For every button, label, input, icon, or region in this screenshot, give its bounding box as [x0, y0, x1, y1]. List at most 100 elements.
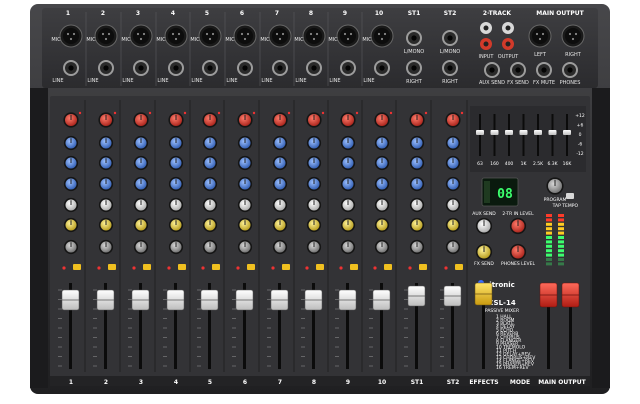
eq-slider[interactable] [519, 130, 528, 135]
eq-high-knob[interactable] [202, 135, 218, 151]
eq-low-knob[interactable] [340, 176, 356, 192]
eq-high-knob[interactable] [237, 135, 253, 151]
mic-xlr-input[interactable] [370, 24, 394, 48]
eq-mid-knob[interactable] [168, 155, 184, 171]
eq-high-knob[interactable] [272, 135, 288, 151]
eq-low-knob[interactable] [63, 176, 79, 192]
fx-send-knob[interactable] [374, 217, 390, 233]
aux-send-knob[interactable] [340, 197, 356, 213]
channel-fader[interactable] [443, 285, 462, 307]
mute-button[interactable] [350, 264, 358, 270]
eq-mid-knob[interactable] [374, 155, 390, 171]
eq-low-knob[interactable] [409, 176, 425, 192]
fx-send-knob[interactable] [63, 217, 79, 233]
two-track-level-knob[interactable] [509, 217, 527, 235]
rca-jack[interactable] [502, 38, 514, 50]
eq-high-knob[interactable] [133, 135, 149, 151]
pan-knob[interactable] [340, 239, 356, 255]
mic-xlr-input[interactable] [198, 24, 222, 48]
eq-mid-knob[interactable] [445, 155, 461, 171]
eq-low-knob[interactable] [168, 176, 184, 192]
gain-knob[interactable] [168, 112, 184, 128]
rear-output-jack[interactable] [510, 62, 526, 78]
eq-mid-knob[interactable] [409, 155, 425, 171]
stereo-right-jack[interactable] [406, 60, 422, 76]
eq-slider[interactable] [563, 130, 571, 135]
pan-knob[interactable] [98, 239, 114, 255]
eq-high-knob[interactable] [63, 135, 79, 151]
pan-knob[interactable] [409, 239, 425, 255]
eq-low-knob[interactable] [374, 176, 390, 192]
gain-knob[interactable] [237, 112, 253, 128]
eq-mid-knob[interactable] [202, 155, 218, 171]
fx-send-knob[interactable] [133, 217, 149, 233]
line-jack-input[interactable] [306, 60, 322, 76]
aux-send-knob[interactable] [272, 197, 288, 213]
pan-knob[interactable] [63, 239, 79, 255]
mute-button[interactable] [455, 264, 463, 270]
rear-output-jack[interactable] [536, 62, 552, 78]
channel-fader[interactable] [338, 289, 357, 311]
line-jack-input[interactable] [202, 60, 218, 76]
eq-mid-knob[interactable] [340, 155, 356, 171]
gain-knob[interactable] [272, 112, 288, 128]
eq-low-knob[interactable] [237, 176, 253, 192]
pan-knob[interactable] [168, 239, 184, 255]
eq-slider[interactable] [490, 130, 499, 135]
mute-button[interactable] [178, 264, 186, 270]
rear-output-jack[interactable] [562, 62, 578, 78]
aux-send-knob[interactable] [202, 197, 218, 213]
gain-knob[interactable] [202, 112, 218, 128]
rca-jack[interactable] [480, 38, 492, 50]
mic-xlr-input[interactable] [94, 24, 118, 48]
eq-mid-knob[interactable] [306, 155, 322, 171]
line-jack-input[interactable] [63, 60, 79, 76]
mute-button[interactable] [212, 264, 220, 270]
rca-jack[interactable] [480, 22, 492, 34]
eq-high-knob[interactable] [168, 135, 184, 151]
eq-mid-knob[interactable] [98, 155, 114, 171]
channel-fader[interactable] [131, 289, 150, 311]
phones-level-knob[interactable] [509, 243, 527, 261]
mute-button[interactable] [73, 264, 81, 270]
channel-fader[interactable] [61, 289, 80, 311]
program-knob[interactable] [546, 177, 564, 195]
eq-low-knob[interactable] [272, 176, 288, 192]
aux-send-knob[interactable] [237, 197, 253, 213]
channel-fader[interactable] [235, 289, 254, 311]
channel-fader[interactable] [304, 289, 323, 311]
pan-knob[interactable] [306, 239, 322, 255]
eq-mid-knob[interactable] [133, 155, 149, 171]
aux-send-knob[interactable] [63, 197, 79, 213]
pan-knob[interactable] [374, 239, 390, 255]
line-jack-input[interactable] [237, 60, 253, 76]
line-jack-input[interactable] [374, 60, 390, 76]
gain-knob[interactable] [374, 112, 390, 128]
mute-button[interactable] [419, 264, 427, 270]
eq-low-knob[interactable] [98, 176, 114, 192]
channel-fader[interactable] [166, 289, 185, 311]
line-jack-input[interactable] [272, 60, 288, 76]
eq-high-knob[interactable] [306, 135, 322, 151]
main-output-right-xlr[interactable] [561, 24, 585, 48]
fx-send-knob[interactable] [409, 217, 425, 233]
eq-slider[interactable] [476, 130, 484, 135]
aux-send-knob[interactable] [374, 197, 390, 213]
fx-send-knob[interactable] [237, 217, 253, 233]
eq-low-knob[interactable] [202, 176, 218, 192]
pan-knob[interactable] [445, 239, 461, 255]
eq-slider[interactable] [548, 130, 557, 135]
eq-high-knob[interactable] [374, 135, 390, 151]
aux-send-knob[interactable] [445, 197, 461, 213]
fx-send-knob[interactable] [98, 217, 114, 233]
stereo-left-jack[interactable] [442, 30, 458, 46]
gain-knob[interactable] [306, 112, 322, 128]
pan-knob[interactable] [133, 239, 149, 255]
eq-slider[interactable] [505, 130, 513, 135]
stereo-left-jack[interactable] [406, 30, 422, 46]
fx-send-knob[interactable] [445, 217, 461, 233]
aux-send-knob[interactable] [306, 197, 322, 213]
mic-xlr-input[interactable] [129, 24, 153, 48]
main-output-fader[interactable] [561, 282, 580, 308]
channel-fader[interactable] [372, 289, 391, 311]
